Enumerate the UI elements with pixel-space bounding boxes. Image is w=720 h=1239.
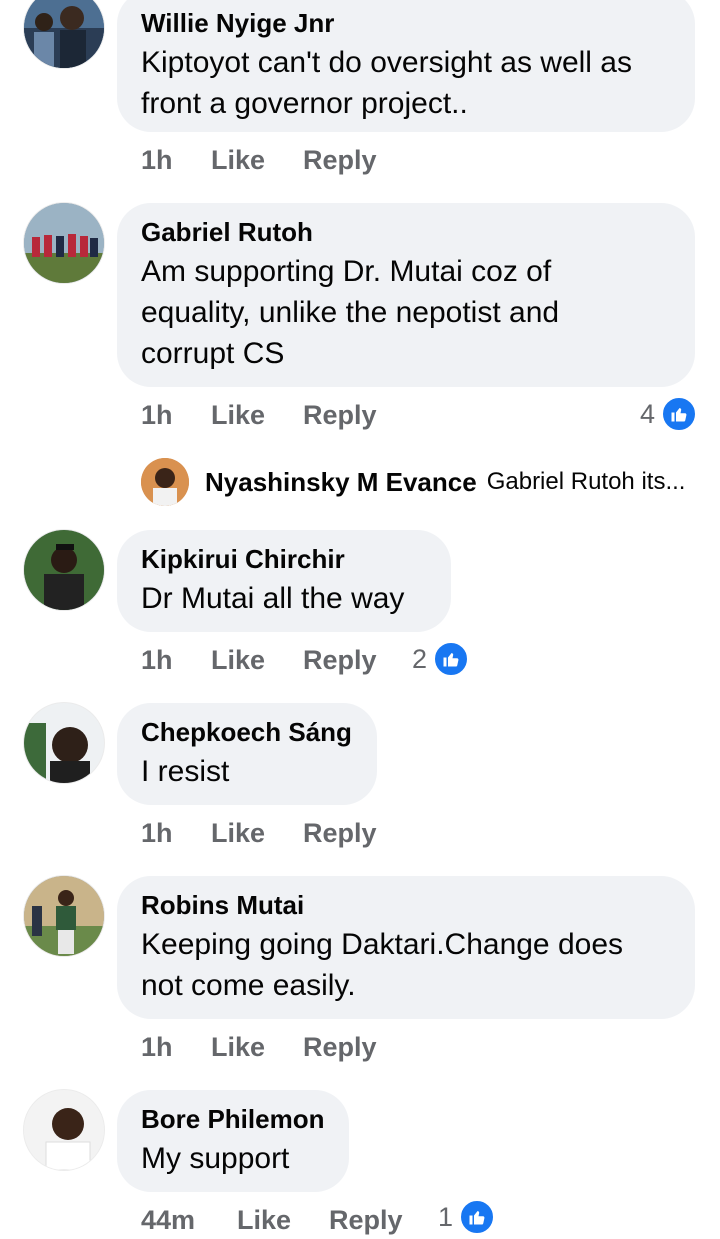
like-button[interactable]: Like — [211, 145, 265, 176]
comment-author[interactable]: Gabriel Rutoh — [141, 217, 671, 247]
comment-text: I resist — [141, 751, 353, 792]
comment-text-line: Keeping going Daktari.Change does — [141, 928, 624, 961]
comment-author[interactable]: Bore Philemon — [141, 1104, 325, 1134]
comment-bubble: Willie Nyige Jnr Kiptoyot can't do overs… — [117, 0, 695, 132]
avatar[interactable] — [24, 0, 104, 68]
comment-timestamp[interactable]: 1h — [141, 145, 173, 176]
avatar[interactable] — [24, 703, 104, 783]
comment-text-line: Am supporting Dr. Mutai coz of — [141, 255, 552, 288]
comment-author[interactable]: Robins Mutai — [141, 890, 671, 920]
comment-text: My support — [141, 1138, 325, 1179]
comment-author[interactable]: Chepkoech Sáng — [141, 717, 353, 747]
like-button[interactable]: Like — [211, 1032, 265, 1063]
reply-button[interactable]: Reply — [329, 1205, 403, 1236]
comment-bubble: Bore Philemon My support — [117, 1090, 349, 1192]
comment-author[interactable]: Willie Nyige Jnr — [141, 8, 671, 38]
comment-timestamp[interactable]: 44m — [141, 1205, 195, 1236]
avatar[interactable] — [24, 203, 104, 283]
comment-author[interactable]: Kipkirui Chirchir — [141, 544, 427, 574]
comment-timestamp[interactable]: 1h — [141, 1032, 173, 1063]
reply-button[interactable]: Reply — [303, 145, 377, 176]
comment-text-line: My support — [141, 1142, 290, 1175]
comment-text: Am supporting Dr. Mutai coz of equality,… — [141, 251, 671, 374]
reply-preview[interactable]: Nyashinsky M Evance Gabriel Rutoh its... — [141, 458, 685, 506]
reply-button[interactable]: Reply — [303, 645, 377, 676]
reaction-summary[interactable]: 1 — [438, 1199, 496, 1235]
like-button[interactable]: Like — [211, 400, 265, 431]
comment-bubble: Robins Mutai Keeping going Daktari.Chang… — [117, 876, 695, 1019]
comment-actions: 44m Like Reply — [141, 1205, 720, 1239]
comment-text: Kiptoyot can't do oversight as well as f… — [141, 42, 671, 124]
comment-text: Dr Mutai all the way — [141, 578, 427, 619]
reply-author[interactable]: Nyashinsky M Evance — [205, 467, 477, 498]
comment-timestamp[interactable]: 1h — [141, 818, 173, 849]
thumbs-up-icon — [661, 396, 698, 432]
reaction-summary[interactable]: 2 — [412, 641, 470, 677]
thumbs-up-icon — [459, 1199, 496, 1235]
comment-text-line: not come easily. — [141, 969, 356, 1002]
like-button[interactable]: Like — [211, 645, 265, 676]
comment-timestamp[interactable]: 1h — [141, 645, 173, 676]
comment-bubble: Gabriel Rutoh Am supporting Dr. Mutai co… — [117, 203, 695, 387]
like-button[interactable]: Like — [211, 818, 265, 849]
thumbs-up-icon — [433, 641, 470, 677]
avatar[interactable] — [24, 1090, 104, 1170]
reaction-count: 1 — [438, 1201, 454, 1232]
comment-text-line: front a governor project.. — [141, 87, 468, 120]
reply-button[interactable]: Reply — [303, 1032, 377, 1063]
comment-bubble: Kipkirui Chirchir Dr Mutai all the way — [117, 530, 451, 632]
avatar[interactable] — [24, 530, 104, 610]
comment-text: Keeping going Daktari.Change does not co… — [141, 924, 671, 1006]
reaction-count: 4 — [640, 398, 656, 429]
comment-text-line: equality, unlike the nepotist and — [141, 296, 560, 329]
comment-bubble: Chepkoech Sáng I resist — [117, 703, 377, 805]
reply-button[interactable]: Reply — [303, 400, 377, 431]
reaction-summary[interactable]: 4 — [640, 396, 698, 432]
reaction-count: 2 — [412, 643, 428, 674]
comment-text-line: I resist — [141, 755, 230, 788]
avatar[interactable] — [24, 876, 104, 956]
avatar[interactable] — [141, 458, 189, 506]
comment-text-line: Kiptoyot can't do oversight as well as — [141, 46, 632, 79]
comment-text-line: corrupt CS — [141, 337, 285, 370]
comment-text-line: Dr Mutai all the way — [141, 582, 405, 615]
like-button[interactable]: Like — [237, 1205, 291, 1236]
reply-button[interactable]: Reply — [303, 818, 377, 849]
reply-snippet: Gabriel Rutoh its... — [486, 468, 686, 495]
comment-timestamp[interactable]: 1h — [141, 400, 173, 431]
